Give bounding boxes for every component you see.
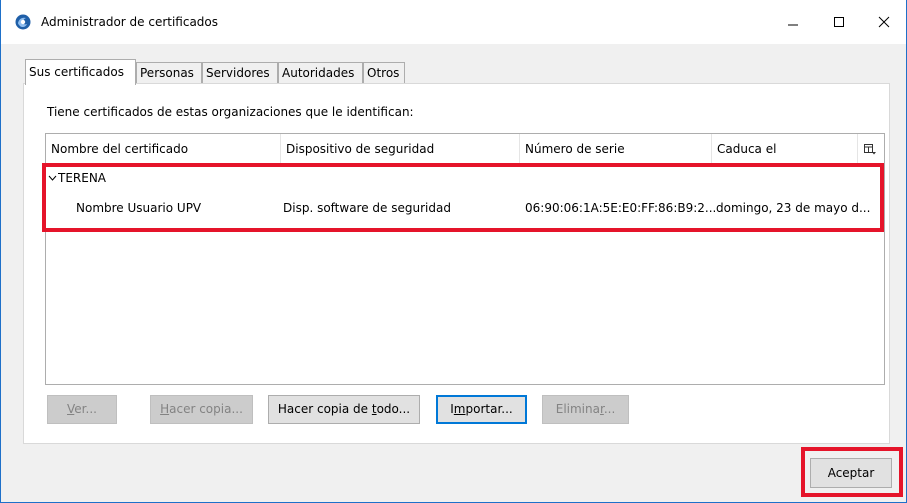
tab-your-certificates[interactable]: Sus certificados (25, 59, 136, 85)
column-header-serial[interactable]: Número de serie (520, 134, 711, 165)
close-icon (878, 16, 890, 28)
maximize-icon (834, 17, 844, 27)
tab-others[interactable]: Otros (363, 62, 405, 84)
column-picker-icon[interactable] (864, 144, 876, 158)
title-bar[interactable]: Administrador de certificados (1, 0, 906, 44)
column-header-name[interactable]: Nombre del certificado (46, 134, 280, 165)
backup-all-button[interactable]: Hacer copia de todo... (268, 395, 420, 424)
certificate-device: Disp. software de seguridad (283, 201, 451, 215)
certificate-row[interactable]: Nombre Usuario UPV Disp. software de seg… (46, 197, 884, 219)
tab-people[interactable]: Personas (136, 62, 202, 84)
maximize-button[interactable] (816, 0, 862, 44)
certificate-serial: 06:90:06:1A:5E:E0:FF:86:B9:2... (525, 201, 715, 215)
ok-button[interactable]: Aceptar (810, 458, 892, 488)
column-divider[interactable] (857, 134, 858, 165)
tab-authorities[interactable]: Autoridades (278, 62, 363, 84)
certificate-expires: domingo, 23 de mayo d... (716, 201, 871, 215)
backup-button[interactable]: Hacer copia... (150, 395, 253, 424)
tab-servers[interactable]: Servidores (202, 62, 278, 84)
import-button[interactable]: Importar... (436, 395, 527, 424)
delete-button[interactable]: Eliminar... (542, 395, 629, 424)
minimize-button[interactable] (770, 0, 816, 44)
window-title: Administrador de certificados (41, 15, 219, 29)
certificate-name: Nombre Usuario UPV (76, 201, 202, 215)
certificate-tree[interactable]: Nombre del certificado Dispositivo de se… (45, 133, 885, 385)
certificates-panel: Tiene certificados de estas organizacion… (23, 83, 890, 444)
minimize-icon (788, 24, 798, 26)
group-row[interactable]: TERENA (46, 167, 884, 189)
group-name: TERENA (58, 171, 107, 185)
view-button[interactable]: Ver... (47, 395, 117, 424)
column-header-device[interactable]: Dispositivo de seguridad (281, 134, 519, 165)
close-window-button[interactable] (861, 0, 907, 44)
certificate-manager-window: Administrador de certificados Sus certif… (0, 0, 907, 503)
thunderbird-icon (15, 14, 31, 30)
tree-header: Nombre del certificado Dispositivo de se… (46, 134, 884, 166)
intro-text: Tiene certificados de estas organizacion… (47, 105, 414, 119)
column-header-expires[interactable]: Caduca el (712, 134, 857, 165)
